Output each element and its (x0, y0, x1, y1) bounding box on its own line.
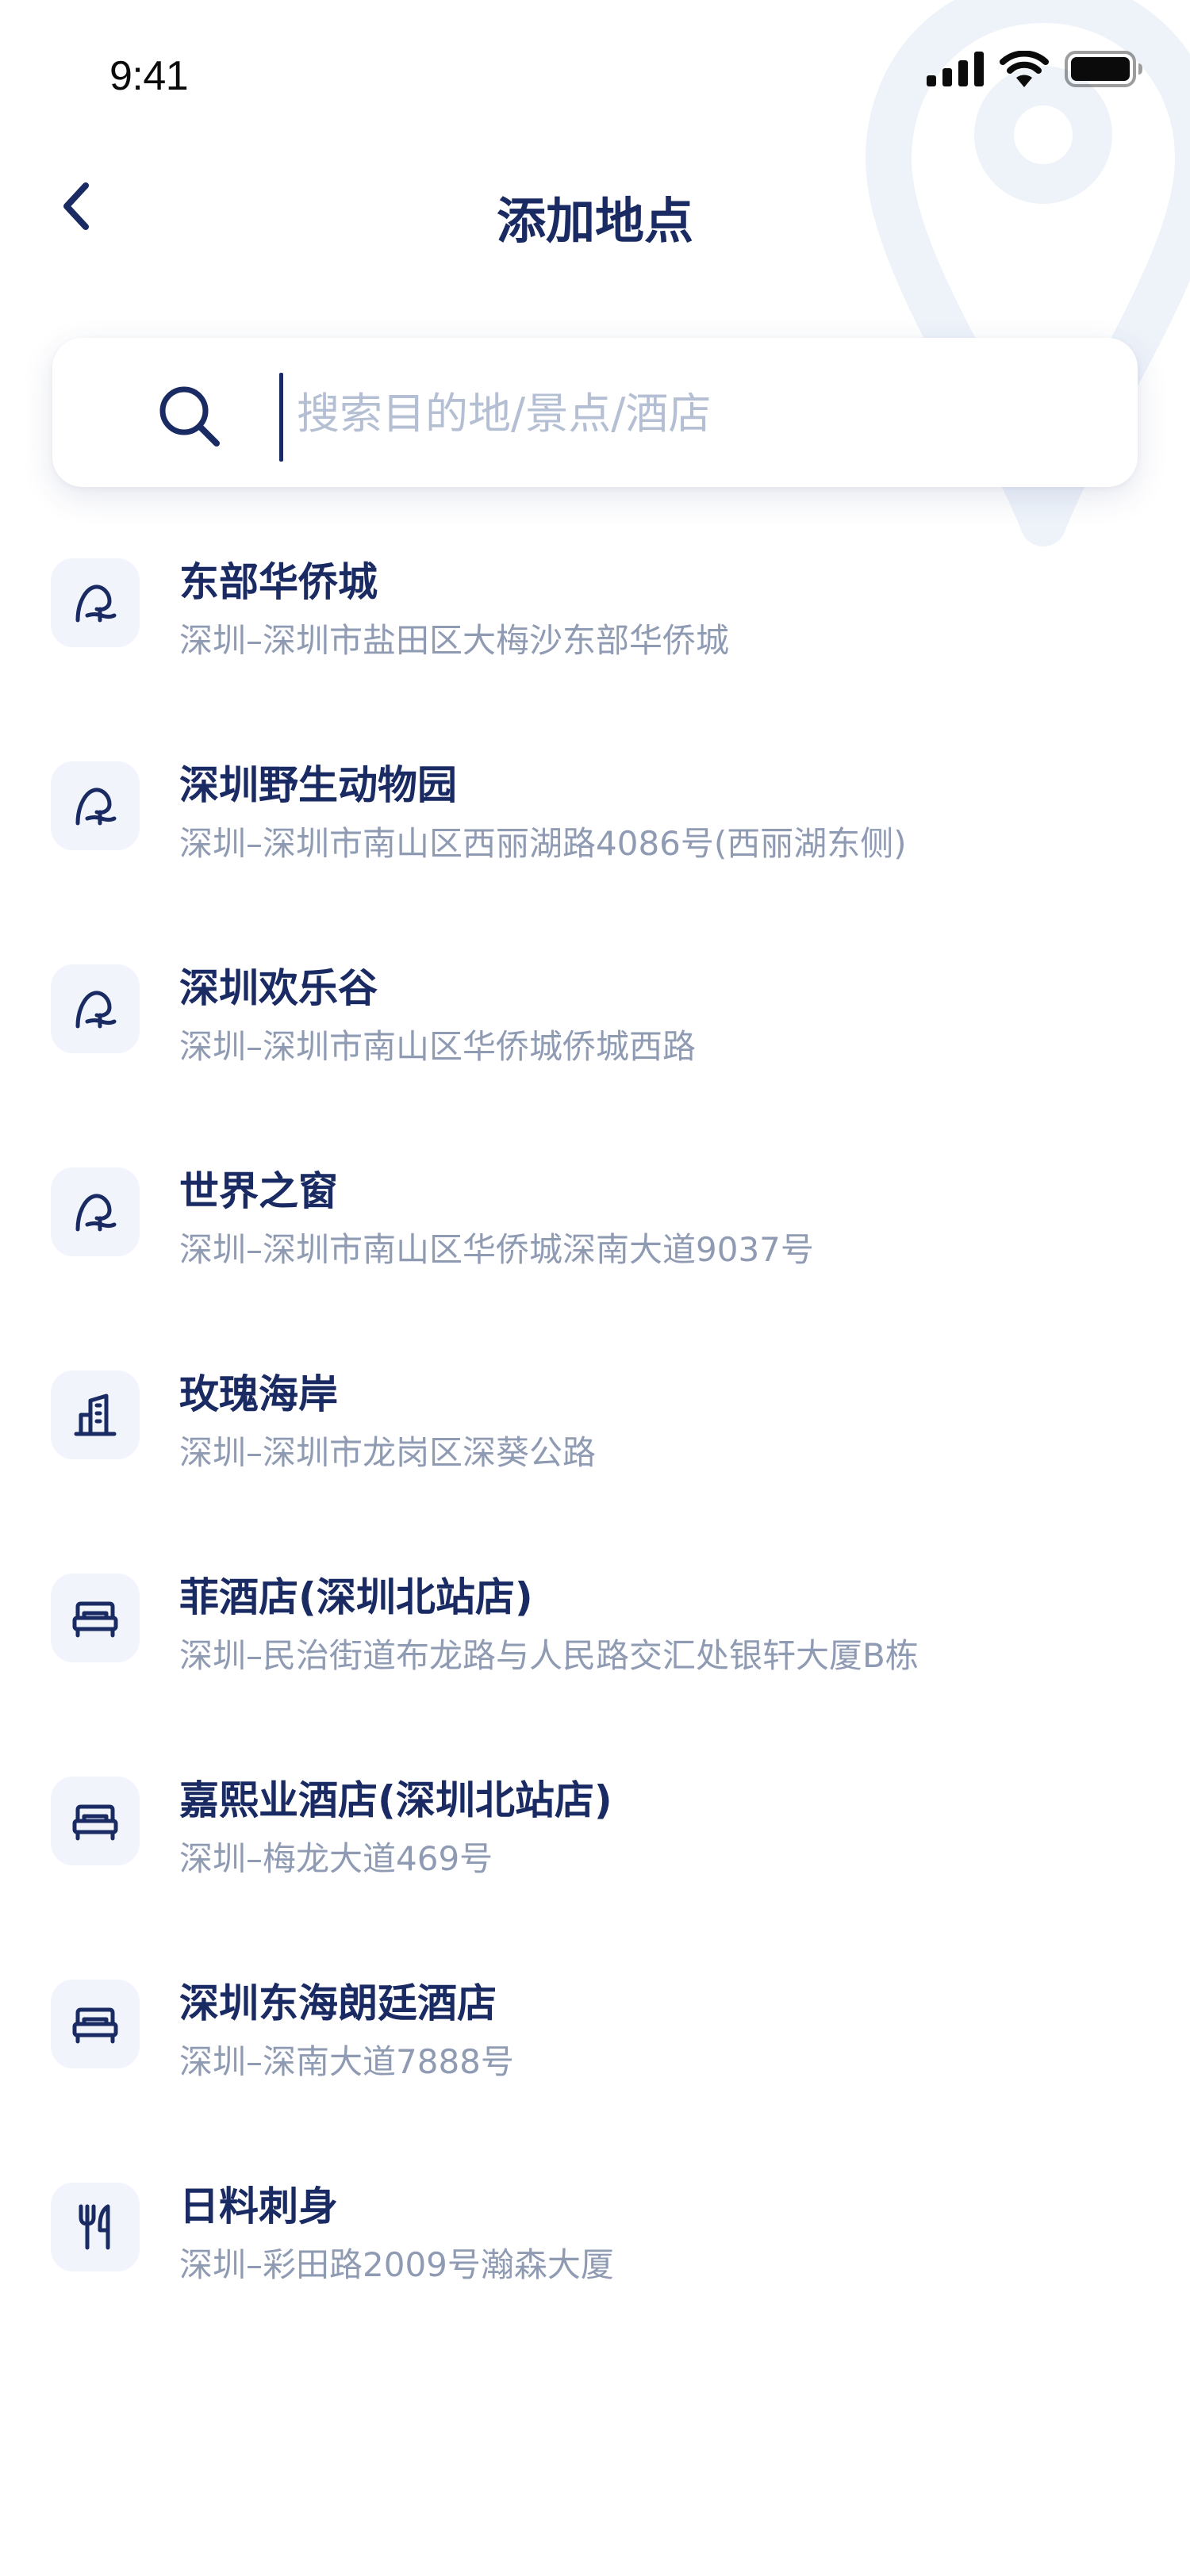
bed-icon (51, 1574, 140, 1662)
signal-icon (927, 52, 984, 86)
place-address: 深圳–梅龙大道469号 (179, 1839, 493, 1878)
bed-icon (51, 1777, 140, 1865)
attraction-icon (51, 964, 140, 1053)
place-name: 深圳欢乐谷 (179, 965, 378, 1011)
status-time: 9:41 (109, 53, 189, 99)
place-name: 玫瑰海岸 (179, 1371, 338, 1417)
place-address: 深圳–彩田路2009号瀚森大厦 (179, 2245, 614, 2284)
bed-icon (51, 1980, 140, 2068)
list-item[interactable]: 深圳欢乐谷 深圳–深圳市南山区华侨城侨城西路 (0, 945, 1190, 1148)
place-name: 深圳野生动物园 (179, 762, 457, 808)
list-item[interactable]: 嘉熙业酒店(深圳北站店) 深圳–梅龙大道469号 (0, 1758, 1190, 1961)
place-name: 嘉熙业酒店(深圳北站店) (179, 1777, 612, 1823)
place-list: 东部华侨城 深圳–深圳市盐田区大梅沙东部华侨城 深圳野生动物园 深圳–深圳市南山… (0, 539, 1190, 2367)
place-name: 东部华侨城 (179, 559, 378, 605)
place-address: 深圳–民治街道布龙路与人民路交汇处银轩大厦B栋 (179, 1636, 919, 1675)
search-box[interactable] (52, 338, 1138, 487)
place-address: 深圳–深圳市南山区华侨城深南大道9037号 (179, 1230, 814, 1269)
text-cursor (279, 373, 283, 462)
place-address: 深圳–深圳市南山区华侨城侨城西路 (179, 1027, 697, 1066)
place-address: 深圳–深圳市盐田区大梅沙东部华侨城 (179, 621, 730, 660)
place-address: 深圳–深南大道7888号 (179, 2042, 514, 2081)
place-name: 菲酒店(深圳北站店) (179, 1574, 533, 1620)
attraction-icon (51, 1167, 140, 1256)
place-name: 深圳东海朗廷酒店 (179, 1980, 497, 2026)
status-bar: 9:41 (0, 0, 1190, 151)
restaurant-icon (51, 2183, 140, 2271)
nav-bar: 添加地点 (0, 151, 1190, 270)
wifi-icon (1000, 51, 1049, 87)
search-input[interactable] (295, 370, 1092, 457)
page-title: 添加地点 (496, 192, 693, 250)
list-item[interactable]: 菲酒店(深圳北站店) 深圳–民治街道布龙路与人民路交汇处银轩大厦B栋 (0, 1554, 1190, 1758)
status-icons (927, 51, 1144, 87)
place-address: 深圳–深圳市龙岗区深葵公路 (179, 1433, 597, 1472)
place-name: 世界之窗 (179, 1168, 338, 1214)
attraction-icon (51, 761, 140, 850)
list-item[interactable]: 日料刺身 深圳–彩田路2009号瀚森大厦 (0, 2164, 1190, 2367)
battery-icon (1065, 51, 1142, 87)
list-item[interactable]: 东部华侨城 深圳–深圳市盐田区大梅沙东部华侨城 (0, 539, 1190, 742)
place-name: 日料刺身 (179, 2183, 338, 2229)
place-address: 深圳–深圳市南山区西丽湖路4086号(西丽湖东侧) (179, 824, 907, 863)
search-icon (159, 386, 220, 447)
list-item[interactable]: 玫瑰海岸 深圳–深圳市龙岗区深葵公路 (0, 1351, 1190, 1554)
list-item[interactable]: 深圳野生动物园 深圳–深圳市南山区西丽湖路4086号(西丽湖东侧) (0, 742, 1190, 945)
list-item[interactable]: 深圳东海朗廷酒店 深圳–深南大道7888号 (0, 1961, 1190, 2164)
list-item[interactable]: 世界之窗 深圳–深圳市南山区华侨城深南大道9037号 (0, 1148, 1190, 1351)
attraction-icon (51, 558, 140, 647)
building-icon (51, 1370, 140, 1459)
